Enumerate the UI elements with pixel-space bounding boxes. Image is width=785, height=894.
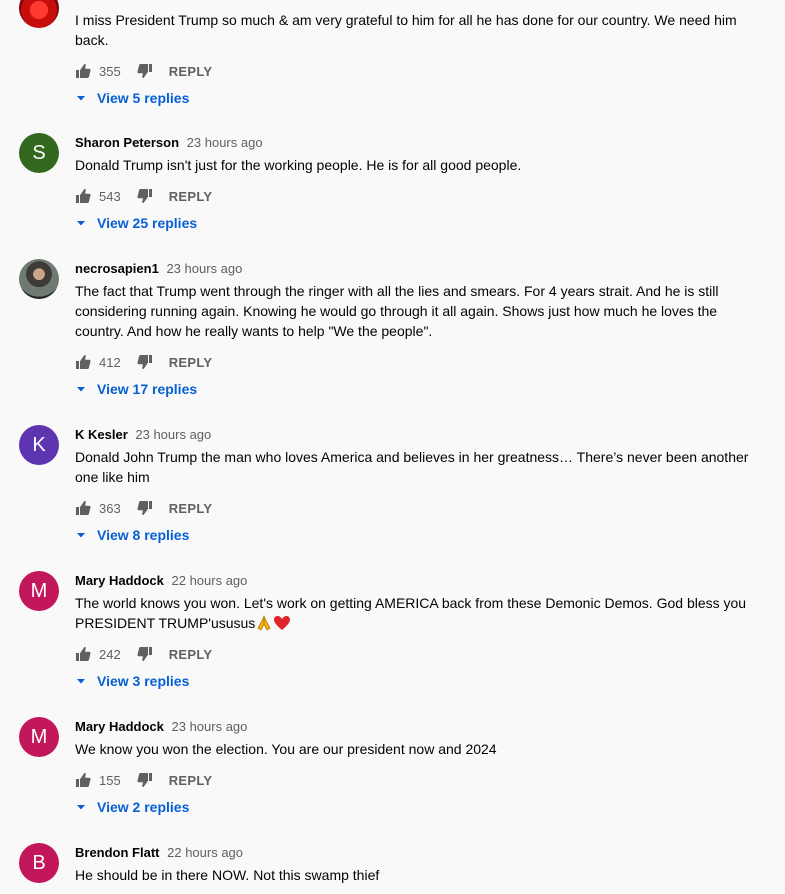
- thumb-down-icon[interactable]: [137, 63, 153, 79]
- thumb-down-icon[interactable]: [137, 500, 153, 516]
- comment-header: necrosapien1 23 hours ago: [75, 259, 765, 279]
- view-replies-label: View 5 replies: [97, 90, 190, 106]
- comment-actions: 155 REPLY: [75, 770, 765, 790]
- comment-text: We know you won the election. You are ou…: [75, 741, 497, 757]
- caret-down-icon: [75, 383, 87, 395]
- caret-down-icon: [75, 801, 87, 813]
- like-count: 543: [99, 188, 121, 204]
- thumb-up-icon[interactable]: [75, 63, 91, 79]
- author-name[interactable]: Brendon Flatt: [75, 845, 160, 860]
- avatar[interactable]: [19, 259, 59, 299]
- caret-down-icon: [75, 529, 87, 541]
- avatar[interactable]: B: [19, 843, 59, 883]
- caret-down-icon: [75, 675, 87, 687]
- comment-time[interactable]: 23 hours ago: [166, 261, 242, 276]
- comment-text: Donald John Trump the man who loves Amer…: [75, 449, 749, 485]
- view-replies-button[interactable]: View 25 replies: [75, 213, 765, 233]
- author-name[interactable]: Mary Haddock: [75, 573, 164, 588]
- like-count: 355: [99, 63, 121, 79]
- view-replies-button[interactable]: View 3 replies: [75, 671, 765, 691]
- reply-button[interactable]: REPLY: [169, 64, 213, 79]
- thumb-down-icon[interactable]: [137, 188, 153, 204]
- comment-time[interactable]: 22 hours ago: [167, 845, 243, 860]
- author-name[interactable]: Sharon Peterson: [75, 135, 179, 150]
- thumb-down-icon[interactable]: [137, 354, 153, 370]
- view-replies-label: View 25 replies: [97, 215, 198, 231]
- thumb-up-icon[interactable]: [75, 772, 91, 788]
- view-replies-button[interactable]: View 17 replies: [75, 379, 765, 399]
- comment-actions: 412 REPLY: [75, 352, 765, 372]
- view-replies-button[interactable]: View 5 replies: [75, 88, 765, 108]
- view-replies-label: View 2 replies: [97, 799, 190, 815]
- reply-button[interactable]: REPLY: [169, 189, 213, 204]
- like-count: 363: [99, 500, 121, 516]
- reply-button[interactable]: REPLY: [169, 773, 213, 788]
- reply-button[interactable]: REPLY: [169, 647, 213, 662]
- comment-time[interactable]: 22 hours ago: [172, 573, 248, 588]
- thumb-down-icon[interactable]: [137, 646, 153, 662]
- thumb-up-icon[interactable]: [75, 354, 91, 370]
- comment-actions: 543 REPLY: [75, 186, 765, 206]
- comment-header: Mary Haddock 23 hours ago: [75, 717, 765, 737]
- author-name[interactable]: Mary Haddock: [75, 719, 164, 734]
- folded-hands-emoji: [257, 615, 271, 631]
- comment-actions: 242 REPLY: [75, 644, 765, 664]
- comment-header: Brendon Flatt 22 hours ago: [75, 843, 765, 863]
- view-replies-label: View 17 replies: [97, 381, 198, 397]
- comment-text: The fact that Trump went through the rin…: [75, 283, 719, 339]
- thumb-up-icon[interactable]: [75, 646, 91, 662]
- avatar[interactable]: K: [19, 425, 59, 465]
- like-count: 412: [99, 354, 121, 370]
- comment-text: Donald Trump isn't just for the working …: [75, 157, 522, 173]
- view-replies-label: View 8 replies: [97, 527, 190, 543]
- avatar[interactable]: M: [19, 571, 59, 611]
- like-count: 242: [99, 646, 121, 662]
- comment-actions: 363 REPLY: [75, 498, 765, 518]
- thumb-up-icon[interactable]: [75, 500, 91, 516]
- comment-text: He should be in there NOW. Not this swam…: [75, 867, 380, 883]
- thumb-down-icon[interactable]: [137, 772, 153, 788]
- avatar[interactable]: [19, 0, 59, 28]
- avatar[interactable]: M: [19, 717, 59, 757]
- view-replies-button[interactable]: View 2 replies: [75, 797, 765, 817]
- red-heart-emoji: [274, 616, 291, 630]
- comment-header: K Kesler 23 hours ago: [75, 425, 765, 445]
- comment-text: The world knows you won. Let's work on g…: [75, 593, 765, 633]
- author-name[interactable]: necrosapien1: [75, 261, 159, 276]
- author-name[interactable]: K Kesler: [75, 427, 128, 442]
- comment-header: Sharon Peterson 23 hours ago: [75, 133, 765, 153]
- comment-header: Mary Haddock 22 hours ago: [75, 571, 765, 591]
- like-count: 155: [99, 772, 121, 788]
- comment-time[interactable]: 23 hours ago: [187, 135, 263, 150]
- comment-text: I miss President Trump so much & am very…: [75, 12, 737, 48]
- view-replies-button[interactable]: View 8 replies: [75, 525, 765, 545]
- view-replies-label: View 3 replies: [97, 673, 190, 689]
- reply-button[interactable]: REPLY: [169, 501, 213, 516]
- comment-text-body: The world knows you won. Let's work on g…: [75, 595, 747, 631]
- avatar[interactable]: S: [19, 133, 59, 173]
- reply-button[interactable]: REPLY: [169, 355, 213, 370]
- comment-actions: 355 REPLY: [75, 61, 765, 81]
- thumb-up-icon[interactable]: [75, 188, 91, 204]
- caret-down-icon: [75, 92, 87, 104]
- caret-down-icon: [75, 217, 87, 229]
- comment-time[interactable]: 23 hours ago: [135, 427, 211, 442]
- comment-time[interactable]: 23 hours ago: [172, 719, 248, 734]
